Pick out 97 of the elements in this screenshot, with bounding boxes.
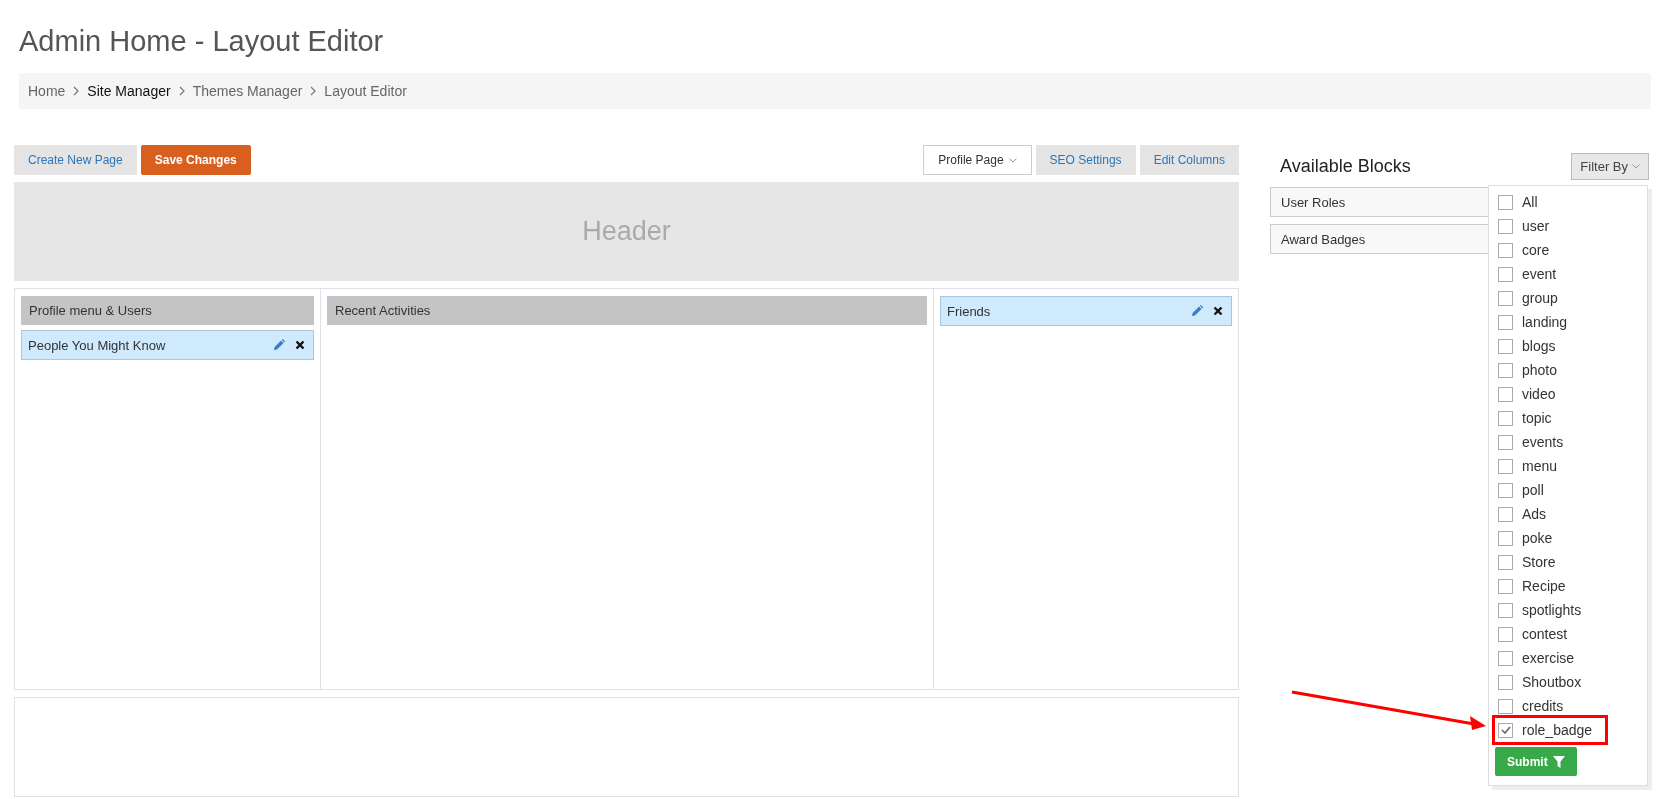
column-title: Recent Activities bbox=[327, 296, 927, 325]
toolbar-button[interactable]: Edit Columns bbox=[1139, 145, 1239, 175]
pencil-icon[interactable] bbox=[273, 339, 285, 351]
block-name: Award Badges bbox=[1281, 231, 1366, 247]
option-label: Recipe bbox=[1522, 578, 1566, 594]
header-label: Header bbox=[582, 216, 671, 247]
option-label: Store bbox=[1522, 554, 1556, 570]
filter-option[interactable]: landing bbox=[1495, 310, 1599, 334]
filter-option[interactable]: poke bbox=[1495, 526, 1599, 550]
breadcrumb-link[interactable]: Site Manager bbox=[87, 83, 171, 99]
create-button[interactable]: Create New Page bbox=[14, 145, 137, 175]
option-label: poll bbox=[1522, 482, 1544, 498]
checkbox[interactable] bbox=[1498, 650, 1513, 666]
caret-icon bbox=[1632, 163, 1640, 169]
filter-option[interactable]: spotlights bbox=[1495, 598, 1599, 622]
filter-option[interactable]: photo bbox=[1495, 358, 1599, 382]
checkbox[interactable] bbox=[1498, 482, 1513, 498]
filter-option[interactable]: credits bbox=[1495, 694, 1599, 718]
filter-option[interactable]: events bbox=[1495, 430, 1599, 454]
block-name: People You Might Know bbox=[28, 337, 167, 353]
option-label: event bbox=[1522, 266, 1557, 282]
checkbox[interactable] bbox=[1498, 218, 1513, 234]
checkbox[interactable] bbox=[1498, 362, 1513, 378]
option-label: events bbox=[1522, 434, 1564, 450]
chevron-right-icon bbox=[178, 86, 185, 96]
checkbox[interactable] bbox=[1498, 290, 1513, 306]
filter-option[interactable]: Shoutbox bbox=[1495, 670, 1599, 694]
option-label: topic bbox=[1522, 410, 1552, 426]
option-label: credits bbox=[1522, 698, 1564, 714]
option-label: menu bbox=[1522, 458, 1558, 474]
close-icon[interactable] bbox=[1213, 306, 1223, 316]
option-label: landing bbox=[1522, 314, 1568, 330]
checkbox[interactable] bbox=[1498, 530, 1513, 546]
filter-option[interactable]: All bbox=[1495, 190, 1599, 214]
pencil-icon[interactable] bbox=[1191, 305, 1203, 317]
checkbox[interactable] bbox=[1498, 314, 1513, 330]
layout-block[interactable]: Friends bbox=[940, 296, 1232, 326]
checkbox[interactable] bbox=[1498, 266, 1513, 282]
filter-option[interactable]: event bbox=[1495, 262, 1599, 286]
filter-option[interactable]: topic bbox=[1495, 406, 1599, 430]
option-label: blogs bbox=[1522, 338, 1556, 354]
checkbox[interactable] bbox=[1498, 386, 1513, 402]
option-label: All bbox=[1522, 194, 1538, 210]
option-label: spotlights bbox=[1522, 602, 1582, 618]
option-label: poke bbox=[1522, 530, 1553, 546]
checkbox[interactable] bbox=[1498, 602, 1513, 618]
filter-button[interactable]: Filter By bbox=[1571, 152, 1649, 180]
highlighted-option[interactable]: role_badge bbox=[1495, 718, 1605, 742]
block-name: Friends bbox=[947, 303, 992, 319]
option-label: photo bbox=[1522, 362, 1558, 378]
option-label: role_badge bbox=[1522, 722, 1593, 738]
column-title: Profile menu & Users bbox=[21, 296, 314, 325]
option-label: video bbox=[1522, 386, 1556, 402]
checkbox[interactable] bbox=[1498, 434, 1513, 450]
checkbox[interactable] bbox=[1498, 698, 1513, 714]
filter-option[interactable]: exercise bbox=[1495, 646, 1599, 670]
toolbar-button[interactable]: SEO Settings bbox=[1035, 145, 1136, 175]
checkbox[interactable] bbox=[1498, 554, 1513, 570]
checkbox[interactable] bbox=[1498, 578, 1513, 594]
save-button[interactable]: Save Changes bbox=[140, 145, 251, 175]
breadcrumb-link[interactable]: Layout Editor bbox=[324, 83, 407, 99]
checkbox[interactable] bbox=[1498, 194, 1513, 210]
filter-option[interactable]: Ads bbox=[1495, 502, 1599, 526]
filter-option[interactable]: blogs bbox=[1495, 334, 1599, 358]
chevron-right-icon bbox=[73, 86, 80, 96]
breadcrumb-link[interactable]: Themes Manager bbox=[192, 83, 303, 99]
checkbox[interactable] bbox=[1498, 458, 1513, 474]
check-icon bbox=[1500, 726, 1511, 734]
layout-block[interactable]: People You Might Know bbox=[21, 330, 314, 360]
checkbox[interactable] bbox=[1498, 674, 1513, 690]
filter-option[interactable]: video bbox=[1495, 382, 1599, 406]
page-select[interactable]: Profile Page bbox=[923, 145, 1032, 175]
block-name: User Roles bbox=[1281, 194, 1346, 210]
checkbox[interactable] bbox=[1498, 338, 1513, 354]
checkbox[interactable] bbox=[1498, 626, 1513, 642]
funnel-icon bbox=[1552, 755, 1565, 768]
option-label: group bbox=[1522, 290, 1558, 306]
filter-option[interactable]: Store bbox=[1495, 550, 1599, 574]
checkbox[interactable] bbox=[1498, 242, 1513, 258]
caret-icon bbox=[1008, 157, 1017, 163]
checkbox[interactable] bbox=[1498, 506, 1513, 522]
checkbox[interactable] bbox=[1498, 722, 1513, 738]
filter-option[interactable]: poll bbox=[1495, 478, 1599, 502]
panel-title: Available Blocks bbox=[1280, 155, 1411, 177]
close-icon[interactable] bbox=[295, 340, 305, 350]
filter-option[interactable]: contest bbox=[1495, 622, 1599, 646]
checkbox[interactable] bbox=[1498, 410, 1513, 426]
filter-option[interactable]: group bbox=[1495, 286, 1599, 310]
option-label: exercise bbox=[1522, 650, 1575, 666]
breadcrumb-link[interactable]: Home bbox=[28, 83, 66, 99]
page-title: Admin Home - Layout Editor bbox=[18, 24, 385, 59]
filter-option[interactable]: Recipe bbox=[1495, 574, 1599, 598]
option-label: Ads bbox=[1522, 506, 1547, 522]
chevron-right-icon bbox=[310, 86, 317, 96]
filter-option[interactable]: menu bbox=[1495, 454, 1599, 478]
option-label: contest bbox=[1522, 626, 1568, 642]
option-label: Shoutbox bbox=[1522, 674, 1582, 690]
